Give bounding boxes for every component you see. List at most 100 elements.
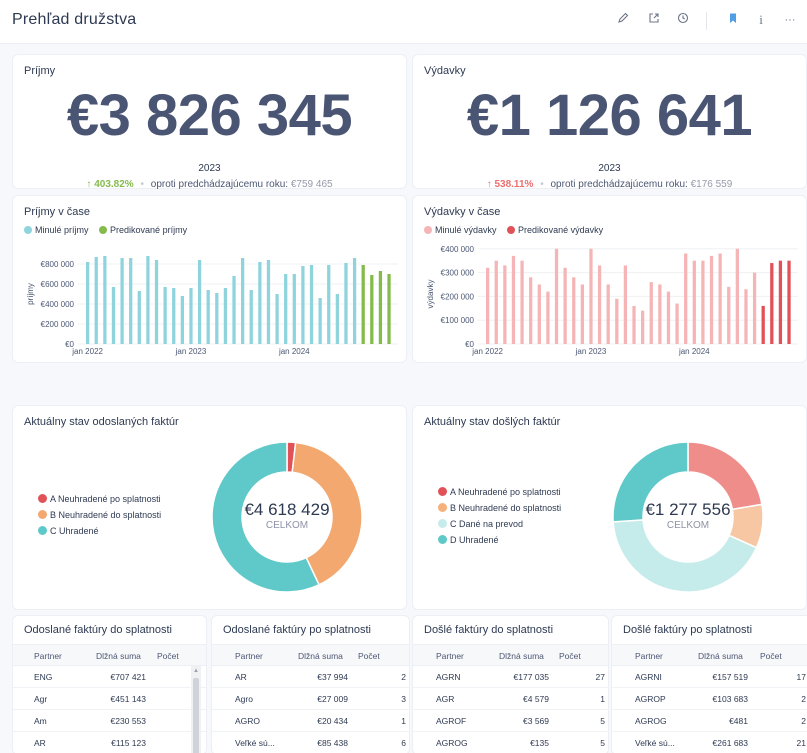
past-bar xyxy=(727,286,731,344)
column-header[interactable]: Počet xyxy=(157,651,179,661)
column-header[interactable]: Počet xyxy=(358,651,380,661)
column-header[interactable]: Partner xyxy=(34,651,62,661)
table-title: Došlé faktúry po splatnosti xyxy=(623,624,753,636)
cell-partner: AGRN xyxy=(436,672,461,682)
past-bar xyxy=(494,260,498,344)
table-row[interactable]: AR €115 123 xyxy=(13,732,206,753)
more-icon[interactable]: ··· xyxy=(781,11,799,29)
income-bar-chart: €0€200 000€400 000€600 000€800 000príjmy… xyxy=(26,256,398,356)
past-bar xyxy=(197,260,202,344)
column-header[interactable]: Počet xyxy=(760,651,782,661)
cell-count: 2 xyxy=(801,694,806,704)
income-card: Príjmy €3 826 345 2023 ↑ 403.82% • oprot… xyxy=(12,54,407,190)
column-header[interactable]: Dlžná suma xyxy=(96,651,141,661)
cell-amount: €115 123 xyxy=(111,738,146,748)
past-bar xyxy=(206,290,210,344)
past-bar xyxy=(232,276,236,344)
sent-invoices-card: Aktuálny stav odoslaných faktúr A Neuhra… xyxy=(12,405,407,610)
table-row[interactable]: ENG €707 421 xyxy=(13,666,206,688)
info-icon[interactable]: i xyxy=(752,11,770,29)
table-row[interactable]: Agro €27 009 3 xyxy=(212,688,409,710)
past-bar xyxy=(744,289,748,344)
column-header[interactable]: Dlžná suma xyxy=(499,651,544,661)
table-row[interactable]: AGROP €103 683 2 xyxy=(612,688,807,710)
income-value: €3 826 345 xyxy=(66,83,353,148)
table-card-sent-overdue: Odoslané faktúry po splatnosti Partner D… xyxy=(211,615,410,753)
table-row[interactable]: Am €230 553 xyxy=(13,710,206,732)
scrollbar-thumb[interactable] xyxy=(193,678,199,753)
cell-count: 27 xyxy=(595,672,605,682)
past-bar xyxy=(309,265,314,344)
table-title: Odoslané faktúry do splatnosti xyxy=(24,624,172,636)
x-tick-label: jan 2022 xyxy=(71,347,103,356)
cell-count: 21 xyxy=(796,738,806,748)
table-row[interactable]: AR €37 994 2 xyxy=(212,666,409,688)
table-card-sent-due: Odoslané faktúry do splatnosti Partner D… xyxy=(12,615,207,753)
column-header[interactable]: Dlžná suma xyxy=(698,651,743,661)
income-prev-value: €759 465 xyxy=(290,179,333,190)
cell-count: 1 xyxy=(401,716,406,726)
bookmark-icon[interactable] xyxy=(724,11,742,29)
y-tick-label: €300 000 xyxy=(441,269,475,278)
table-row[interactable]: AGROF €3 569 5 xyxy=(413,710,608,732)
income-chart-card: Príjmy v čase Minulé príjmy Predikované … xyxy=(12,195,407,363)
cell-count: 17 xyxy=(796,672,806,682)
clock-icon[interactable] xyxy=(674,11,692,29)
income-compare-label: oproti predchádzajúcemu roku: xyxy=(150,179,289,190)
cell-amount: €37 994 xyxy=(317,672,348,682)
past-bar xyxy=(615,298,619,344)
predicted-bar xyxy=(778,260,783,344)
past-bar xyxy=(666,291,671,344)
column-header[interactable]: Partner xyxy=(635,651,663,661)
pencil-icon[interactable] xyxy=(614,11,632,29)
past-bar xyxy=(632,305,636,344)
x-tick-label: jan 2023 xyxy=(575,347,607,356)
table-row[interactable]: AGRO €20 434 1 xyxy=(212,710,409,732)
table-row[interactable]: Agr €451 143 xyxy=(13,688,206,710)
cell-count: 5 xyxy=(600,716,605,726)
past-bar xyxy=(258,262,262,344)
past-bar xyxy=(241,258,245,344)
column-header[interactable]: Partner xyxy=(436,651,464,661)
past-bar xyxy=(597,265,602,344)
income-year: 2023 xyxy=(198,163,221,174)
cell-partner: AGROG xyxy=(635,716,667,726)
table-row[interactable]: AGROG €481 2 xyxy=(612,710,807,732)
predicted-bar xyxy=(770,263,774,344)
cell-partner: AGROG xyxy=(436,738,468,748)
y-tick-label: €600 000 xyxy=(41,280,75,289)
cell-amount: €261 683 xyxy=(712,738,748,748)
table-row[interactable]: AGRNI €157 519 17 xyxy=(612,666,807,688)
past-bar xyxy=(292,274,296,344)
table-row[interactable]: AGR €4 579 1 xyxy=(413,688,608,710)
cell-partner: Agro xyxy=(235,694,253,704)
cell-amount: €103 683 xyxy=(712,694,748,704)
past-bar xyxy=(520,260,524,344)
table-row[interactable]: AGROG €135 5 xyxy=(413,732,608,753)
cell-amount: €230 553 xyxy=(110,716,146,726)
table-row[interactable]: Veľké sú... €261 683 21 xyxy=(612,732,807,753)
top-bar: Prehľad družstva i ··· xyxy=(0,0,807,44)
page-title: Prehľad družstva xyxy=(12,11,137,28)
column-header[interactable]: Dlžná suma xyxy=(298,651,343,661)
table-row[interactable]: AGRN €177 035 27 xyxy=(413,666,608,688)
table-row[interactable]: Veľké sú... €85 438 6 xyxy=(212,732,409,753)
y-tick-label: €200 000 xyxy=(41,320,75,329)
predicted-bar xyxy=(361,265,365,344)
past-bar xyxy=(589,248,593,344)
past-bar xyxy=(546,291,550,344)
y-tick-label: €800 000 xyxy=(41,260,75,269)
expenses-prev-value: €176 559 xyxy=(690,179,733,190)
scroll-up-icon[interactable]: ▲ xyxy=(193,668,199,674)
column-header[interactable]: Partner xyxy=(235,651,263,661)
column-header[interactable]: Počet xyxy=(559,651,581,661)
predicted-bar xyxy=(387,274,391,344)
cell-amount: €157 519 xyxy=(712,672,748,682)
cell-partner: Am xyxy=(34,716,47,726)
cell-count: 5 xyxy=(600,738,605,748)
y-tick-label: €100 000 xyxy=(441,316,475,325)
share-icon[interactable] xyxy=(645,11,663,29)
cell-count: 3 xyxy=(401,694,406,704)
donut-total-value: €4 618 429 xyxy=(244,500,330,519)
cell-partner: AR xyxy=(235,672,247,682)
